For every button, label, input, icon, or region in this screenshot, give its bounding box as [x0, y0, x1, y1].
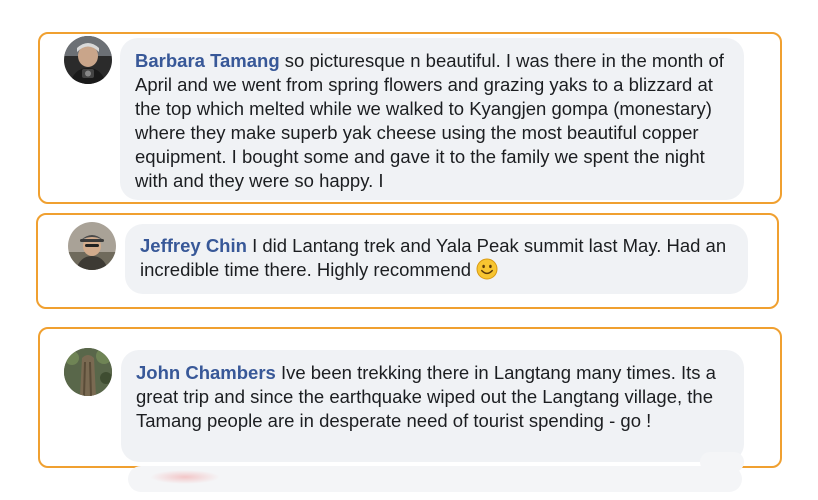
comment-text: so picturesque n beautiful. I was there … [135, 50, 724, 191]
avatar[interactable] [68, 222, 116, 270]
comment-author-link[interactable]: Barbara Tamang [135, 50, 280, 71]
avatar[interactable] [64, 348, 112, 396]
comment-bubble: Jeffrey Chin I did Lantang trek and Yala… [125, 224, 748, 294]
comment-author-link[interactable]: John Chambers [136, 362, 276, 383]
comment-bubble: John Chambers Ive been trekking there in… [121, 350, 744, 462]
cropped-image-fragment [150, 470, 220, 484]
smiley-emoji-icon [476, 258, 498, 280]
comment-thread: Barbara Tamang so picturesque n beautifu… [0, 0, 818, 500]
profile-photo-avatar [64, 348, 112, 396]
cropped-bubble-fragment [128, 466, 742, 492]
avatar[interactable] [64, 36, 112, 84]
profile-photo-avatar [68, 222, 116, 270]
comment-author-link[interactable]: Jeffrey Chin [140, 235, 247, 256]
profile-photo-avatar [64, 36, 112, 84]
comment-bubble: Barbara Tamang so picturesque n beautifu… [120, 38, 744, 200]
